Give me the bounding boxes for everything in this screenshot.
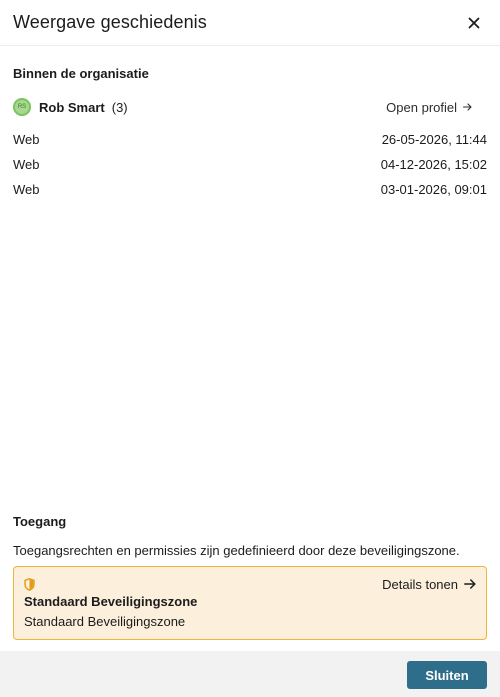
dialog-header: Weergave geschiedenis bbox=[0, 0, 500, 46]
zone-card-top: Details tonen bbox=[24, 575, 476, 593]
history-datetime: 26-05-2026, 11:44 bbox=[381, 132, 487, 147]
history-row: Web 04-12-2026, 15:02 bbox=[13, 152, 487, 177]
organization-heading: Binnen de organisatie bbox=[13, 66, 149, 81]
security-zone-card: Details tonen Standaard Beveiligingszone… bbox=[13, 566, 487, 640]
access-description: Toegangsrechten en permissies zijn gedef… bbox=[13, 543, 460, 558]
arrow-right-icon bbox=[463, 103, 472, 111]
details-link[interactable]: Details tonen bbox=[382, 577, 476, 592]
close-icon bbox=[468, 17, 480, 28]
history-dialog: Weergave geschiedenis Binnen de organisa… bbox=[0, 0, 500, 697]
close-dialog-button[interactable] bbox=[462, 11, 486, 35]
history-list: Web 26-05-2026, 11:44 Web 04-12-2026, 15… bbox=[13, 127, 487, 202]
details-label: Details tonen bbox=[382, 576, 458, 592]
history-source: Web bbox=[13, 157, 40, 172]
close-button[interactable]: Sluiten bbox=[407, 661, 487, 689]
history-datetime: 04-12-2026, 15:02 bbox=[380, 157, 487, 172]
dialog-title: Weergave geschiedenis bbox=[13, 12, 207, 32]
history-row: Web 03-01-2026, 09:01 bbox=[13, 177, 487, 202]
user-info: RS Rob Smart (3) bbox=[13, 98, 128, 116]
history-datetime: 03-01-2026, 09:01 bbox=[380, 182, 487, 197]
history-source: Web bbox=[13, 132, 40, 147]
access-heading: Toegang bbox=[13, 514, 67, 529]
user-name: Rob Smart bbox=[39, 99, 105, 115]
history-row: Web 26-05-2026, 11:44 bbox=[13, 127, 487, 152]
view-count: (3) bbox=[111, 99, 128, 115]
open-profile-link[interactable]: Open profiel bbox=[386, 100, 472, 115]
dialog-footer: Sluiten bbox=[0, 651, 500, 697]
arrow-right-icon bbox=[464, 579, 476, 589]
history-source: Web bbox=[13, 182, 40, 197]
avatar: RS bbox=[13, 98, 31, 116]
zone-name: Standaard Beveiligingszone bbox=[24, 594, 198, 609]
shield-icon bbox=[24, 577, 35, 591]
open-profile-label: Open profiel bbox=[386, 99, 457, 115]
user-row: RS Rob Smart (3) Open profiel bbox=[13, 97, 472, 117]
zone-subtitle: Standaard Beveiligingszone bbox=[24, 614, 186, 629]
